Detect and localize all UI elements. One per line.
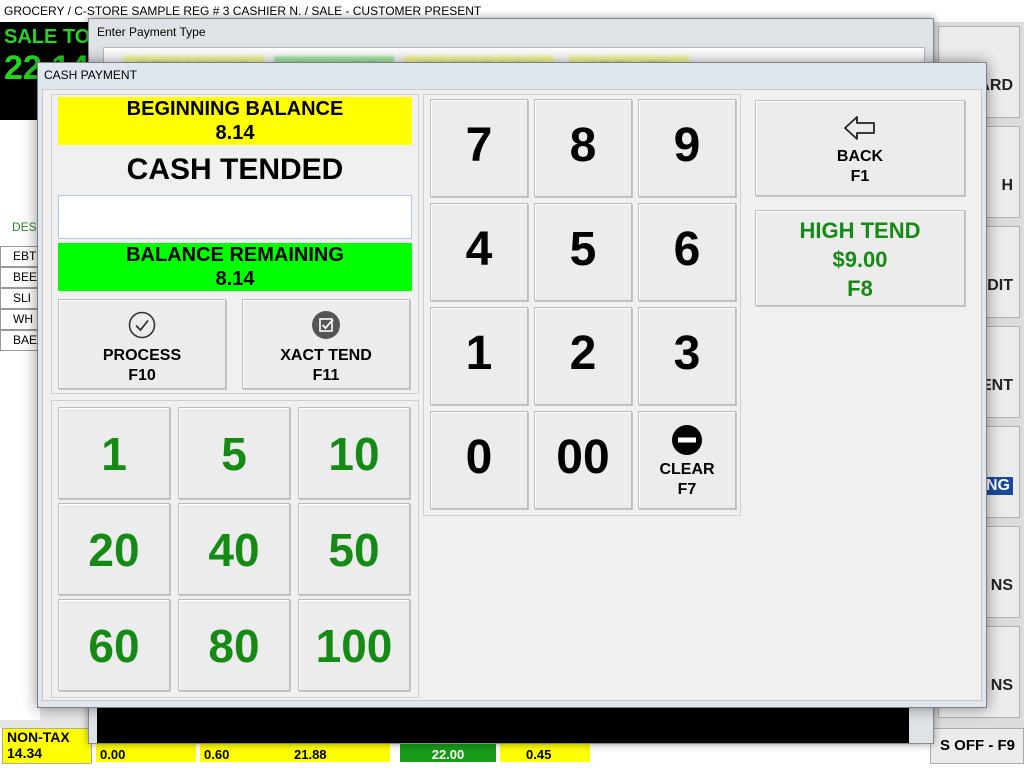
clear-label: CLEAR xyxy=(659,461,715,478)
message-bar xyxy=(97,705,909,743)
back-key: F1 xyxy=(850,168,870,185)
balance-remaining-value: 8.14 xyxy=(215,268,255,290)
xact-tend-label: XACT TEND xyxy=(280,347,372,364)
cash-tended-label: CASH TENDED xyxy=(126,153,344,186)
cash-5-button[interactable]: 5 xyxy=(178,407,290,499)
high-tend-button[interactable]: HIGH TEND $9.00 F8 xyxy=(755,210,965,306)
key-8[interactable]: 8 xyxy=(534,99,632,197)
cash-50-button[interactable]: 50 xyxy=(298,503,410,595)
sign-off-button[interactable]: S OFF - F9 xyxy=(930,728,1024,764)
cash-tended-input[interactable] xyxy=(58,195,412,239)
non-tax-value: 14.34 xyxy=(7,745,43,761)
back-label: BACK xyxy=(836,148,884,165)
high-tend-amount: $9.00 xyxy=(832,247,888,272)
list-header: DES xyxy=(12,220,37,234)
beginning-balance-label: BEGINNING BALANCE xyxy=(126,98,344,120)
cash-1-button[interactable]: 1 xyxy=(58,407,170,499)
cash-20-button[interactable]: 20 xyxy=(58,503,170,595)
cash-10-button[interactable]: 10 xyxy=(298,407,410,499)
cash-40-button[interactable]: 40 xyxy=(178,503,290,595)
quick-cash-panel: 1 5 10 20 40 50 60 80 100 xyxy=(51,400,419,698)
numeric-keypad: 7 8 9 4 5 6 1 2 3 0 00 CLEAR F7 xyxy=(423,94,741,516)
dialog-title: CASH PAYMENT xyxy=(44,68,137,82)
balance-panel: BEGINNING BALANCE 8.14 CASH TENDED BALAN… xyxy=(51,94,419,394)
cash-60-button[interactable]: 60 xyxy=(58,599,170,691)
key-4[interactable]: 4 xyxy=(430,203,528,301)
balance-remaining-label: BALANCE REMAINING xyxy=(126,244,344,266)
check-circle-icon xyxy=(128,311,156,339)
list-item[interactable]: WH xyxy=(0,309,40,330)
process-button[interactable]: PROCESS F10 xyxy=(58,299,226,389)
clear-button[interactable]: CLEAR F7 xyxy=(638,411,736,509)
high-tend-key: F8 xyxy=(847,276,873,301)
cash-payment-dialog: CASH PAYMENT BEGINNING BALANCE 8.14 CASH… xyxy=(37,62,987,708)
clear-key: F7 xyxy=(677,481,697,498)
beginning-balance-value: 8.14 xyxy=(215,122,255,144)
cash-100-button[interactable]: 100 xyxy=(298,599,410,691)
beginning-balance-box: BEGINNING BALANCE 8.14 xyxy=(58,97,412,145)
xact-tend-button[interactable]: XACT TEND F11 xyxy=(242,299,410,389)
sale-total-label: SALE TO xyxy=(4,26,91,48)
key-5[interactable]: 5 xyxy=(534,203,632,301)
list-item[interactable]: EBT xyxy=(0,246,40,267)
list-item[interactable]: SLI xyxy=(0,288,40,309)
xact-tend-key: F11 xyxy=(312,367,340,384)
checkbox-circle-icon xyxy=(312,311,340,339)
key-6[interactable]: 6 xyxy=(638,203,736,301)
key-7[interactable]: 7 xyxy=(430,99,528,197)
key-0[interactable]: 0 xyxy=(430,411,528,509)
window-title: Enter Payment Type xyxy=(97,25,206,39)
cash-80-button[interactable]: 80 xyxy=(178,599,290,691)
list-item[interactable]: BAE xyxy=(0,330,40,351)
key-1[interactable]: 1 xyxy=(430,307,528,405)
key-2[interactable]: 2 xyxy=(534,307,632,405)
key-9[interactable]: 9 xyxy=(638,99,736,197)
dialog-body: BEGINNING BALANCE 8.14 CASH TENDED BALAN… xyxy=(42,89,982,701)
process-label: PROCESS xyxy=(102,347,182,364)
list-item[interactable]: BEE xyxy=(0,267,40,288)
key-00[interactable]: 00 xyxy=(534,411,632,509)
high-tend-label: HIGH TEND xyxy=(799,218,921,243)
minus-circle-icon xyxy=(672,425,702,455)
balance-remaining-box: BALANCE REMAINING 8.14 xyxy=(58,243,412,291)
arrow-left-icon xyxy=(844,116,875,140)
non-tax-total: NON-TAX 14.34 xyxy=(2,728,92,764)
key-3[interactable]: 3 xyxy=(638,307,736,405)
process-key: F10 xyxy=(128,367,156,384)
back-button[interactable]: BACK F1 xyxy=(755,100,965,196)
item-list: DES EBT BEE SLI WH BAE xyxy=(0,120,40,720)
non-tax-label: NON-TAX xyxy=(7,729,70,745)
